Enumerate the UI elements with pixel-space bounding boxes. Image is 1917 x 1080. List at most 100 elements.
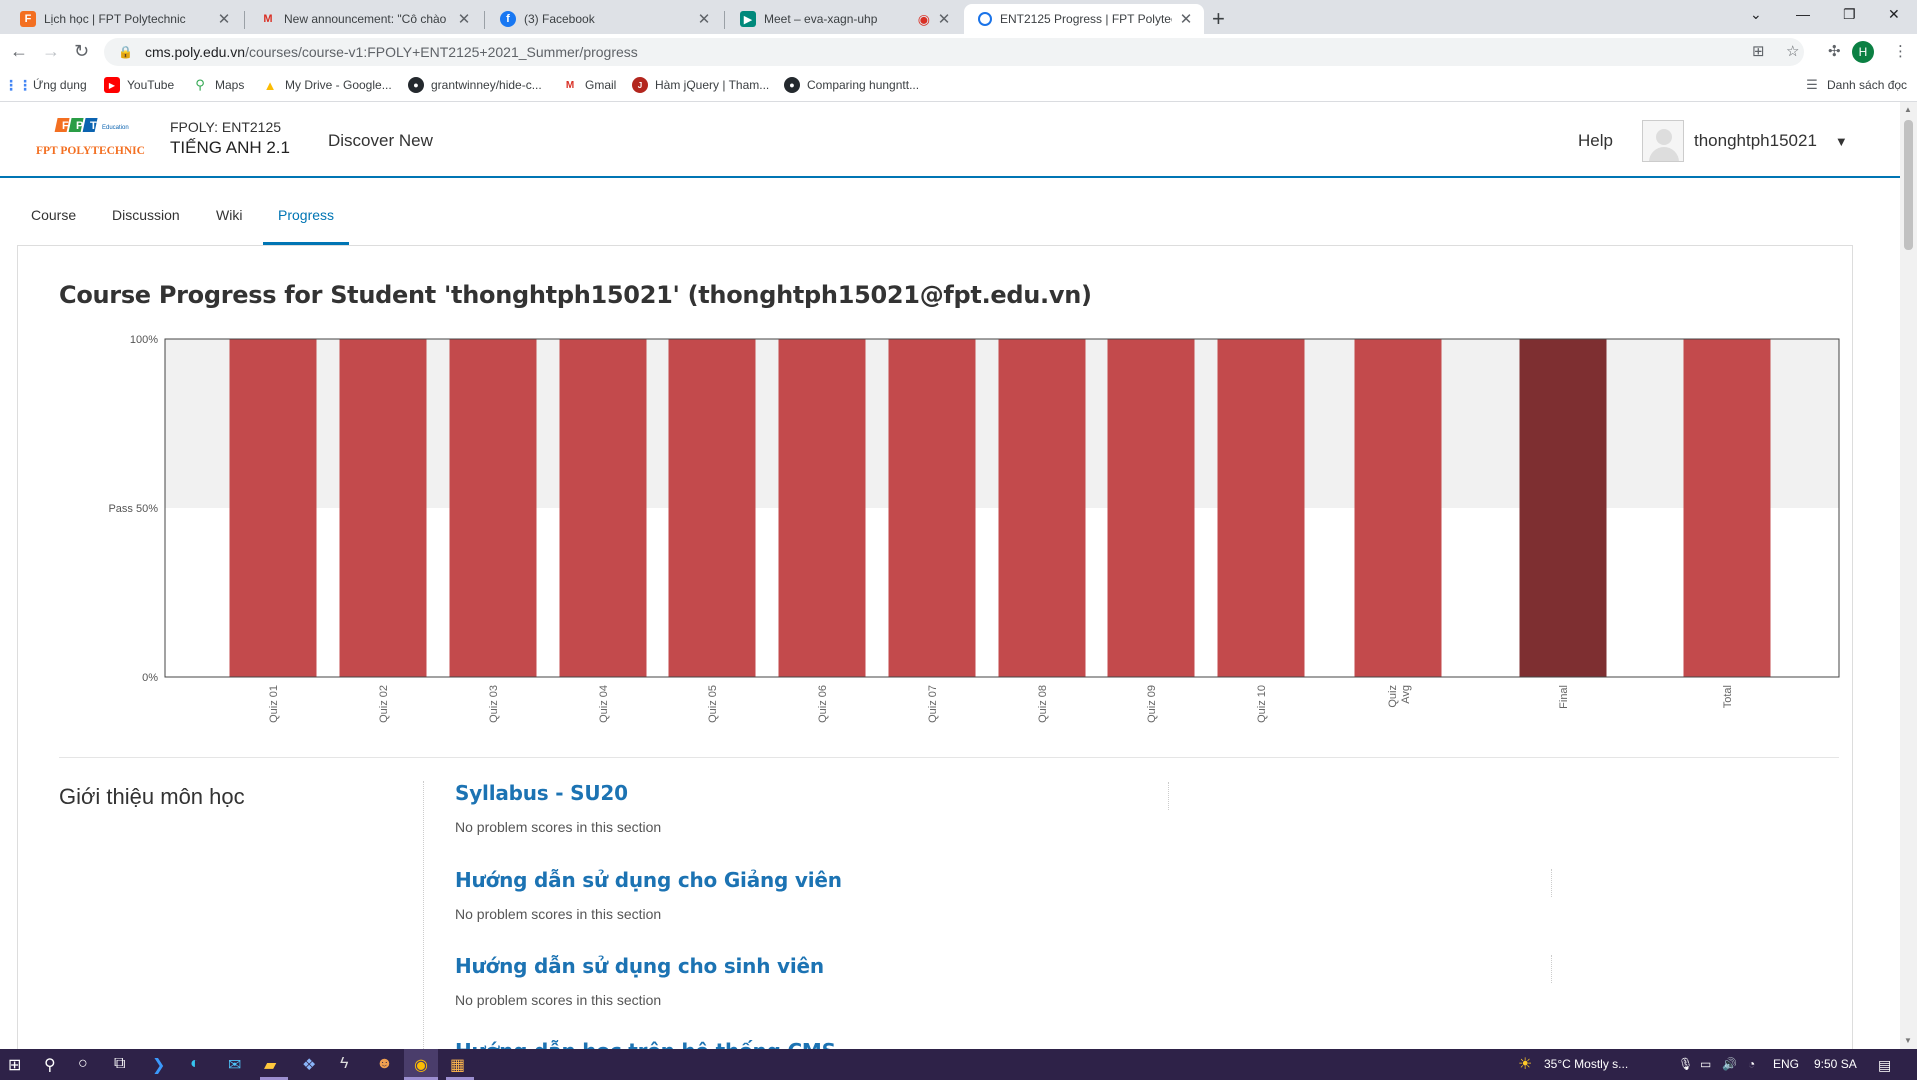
bar-total xyxy=(1683,339,1771,677)
progress-content: Course Progress for Student 'thonghtph15… xyxy=(17,245,1853,1049)
tab-progress[interactable]: Progress xyxy=(278,207,334,223)
translate-icon[interactable]: ⊞ xyxy=(1752,42,1765,60)
x-tick-label: Quiz 08 xyxy=(1037,685,1049,723)
apps-grid-icon: ⋮⋮ xyxy=(4,76,32,93)
bar-quiz-01 xyxy=(229,339,317,677)
back-icon[interactable]: ← xyxy=(10,41,28,62)
file-explorer-icon[interactable]: ▰ xyxy=(264,1055,276,1075)
chapter-title: Giới thiệu môn học xyxy=(59,784,245,809)
bookmark-item[interactable]: J Hàm jQuery | Tham... xyxy=(632,77,769,93)
battery-icon[interactable]: ▭ xyxy=(1700,1057,1711,1071)
close-tab-icon[interactable]: ✕ xyxy=(696,10,712,28)
browser-tab[interactable]: M New announcement: "Cô chào tấ ✕ xyxy=(246,4,482,34)
scroll-down-icon[interactable]: ▼ xyxy=(1904,1036,1912,1045)
reading-list-button[interactable]: ☰ Danh sách đọc xyxy=(1804,77,1907,93)
bar-quiz-07 xyxy=(888,339,976,677)
bookmark-item[interactable]: ▶ YouTube xyxy=(104,77,174,93)
y-tick-label: Pass 50% xyxy=(108,503,158,515)
jquery-icon: J xyxy=(632,77,648,93)
forward-icon[interactable]: → xyxy=(42,41,60,62)
fpt-polytechnic-logo[interactable]: F P T Education FPT POLYTECHNIC xyxy=(36,116,154,162)
notification-icon[interactable]: ▤ xyxy=(1878,1057,1891,1074)
vscode-icon[interactable]: ❯ xyxy=(152,1055,165,1075)
section-link[interactable]: Syllabus - SU20 xyxy=(455,781,661,805)
mail-icon[interactable]: ✉ xyxy=(228,1055,241,1075)
dotted-separator xyxy=(1168,782,1169,810)
section-link[interactable]: Hướng dẫn sử dụng cho sinh viên xyxy=(455,954,824,978)
microphone-icon[interactable]: 🎙 xyxy=(1678,1057,1693,1071)
address-bar[interactable]: 🔒 cms.poly.edu.vn/courses/course-v1:FPOL… xyxy=(104,38,1804,66)
minimize-icon[interactable]: — xyxy=(1796,6,1810,22)
app-icon[interactable]: ϟ xyxy=(340,1055,348,1073)
reload-icon[interactable]: ↻ xyxy=(74,41,89,62)
game-icon[interactable]: ☻ xyxy=(376,1055,393,1073)
section-item: Syllabus - SU20 No problem scores in thi… xyxy=(455,781,661,835)
github-icon: ● xyxy=(408,77,424,93)
windows-taskbar: ⊞ ⚲ ○ ⧉ ❯ ◐ ✉ ▰ ❖ ϟ ☻ ◉ ▦ ☀ 35°C Mostly … xyxy=(0,1049,1917,1080)
close-tab-icon[interactable]: ✕ xyxy=(1178,10,1194,28)
extensions-icon[interactable]: ✣ xyxy=(1828,42,1841,60)
weather-icon[interactable]: ☀ xyxy=(1518,1054,1532,1074)
tab-wiki[interactable]: Wiki xyxy=(216,207,242,223)
clock[interactable]: 9:50 SA xyxy=(1814,1057,1857,1071)
task-view-icon[interactable]: ⧉ xyxy=(114,1055,125,1073)
bar-quiz-05 xyxy=(668,339,756,677)
bar-quiz-08 xyxy=(998,339,1086,677)
bookmark-item[interactable]: M Gmail xyxy=(562,77,617,93)
volume-icon[interactable]: 🔊 xyxy=(1722,1057,1737,1071)
weather-text[interactable]: 35°C Mostly s... xyxy=(1544,1057,1628,1071)
x-tick-label: Quiz 02 xyxy=(378,685,390,723)
section-item: Hướng dẫn sử dụng cho sinh viên No probl… xyxy=(455,954,824,1008)
bookmark-item[interactable]: ▲ My Drive - Google... xyxy=(262,77,392,93)
caret-down-icon[interactable]: ▼ xyxy=(1835,134,1848,149)
tab-discussion[interactable]: Discussion xyxy=(112,207,180,223)
bookmark-star-icon[interactable]: ☆ xyxy=(1786,42,1799,60)
loading-favicon xyxy=(978,12,992,26)
close-tab-icon[interactable]: ✕ xyxy=(456,10,472,28)
help-link[interactable]: Help xyxy=(1578,131,1613,151)
close-tab-icon[interactable]: ✕ xyxy=(216,10,232,28)
restore-icon[interactable]: ❐ xyxy=(1843,6,1856,23)
bookmark-item[interactable]: ● Comparing hungntt... xyxy=(784,77,919,93)
page-scrollbar[interactable]: ▲ ▼ xyxy=(1900,102,1917,1049)
avatar[interactable] xyxy=(1642,120,1684,162)
bookmark-item[interactable]: ⚲ Maps xyxy=(192,77,244,93)
browser-tab[interactable]: ▶ Meet – eva-xagn-uhp ◉ ✕ xyxy=(726,4,962,34)
bookmark-item[interactable]: ● grantwinney/hide-c... xyxy=(408,77,542,93)
dotted-separator xyxy=(1551,869,1552,897)
browser-tab-active[interactable]: ENT2125 Progress | FPT Polytech ✕ xyxy=(964,4,1204,34)
tab-search-icon[interactable]: ⌄ xyxy=(1750,6,1762,23)
network-icon[interactable]: ◔ xyxy=(1748,1057,1755,1071)
profile-avatar[interactable]: H xyxy=(1852,41,1874,63)
x-tick-label: Total xyxy=(1722,685,1734,708)
scrollbar-thumb[interactable] xyxy=(1904,120,1913,250)
section-link[interactable]: Hướng dẫn sử dụng cho Giảng viên xyxy=(455,868,842,892)
discover-new-link[interactable]: Discover New xyxy=(328,131,433,151)
menu-kebab-icon[interactable]: ⋮ xyxy=(1893,42,1908,60)
bar-quiz-02 xyxy=(339,339,427,677)
tab-course[interactable]: Course xyxy=(31,207,76,223)
username[interactable]: thonghtph15021 xyxy=(1694,131,1817,151)
scroll-up-icon[interactable]: ▲ xyxy=(1904,105,1912,114)
language-indicator[interactable]: ENG xyxy=(1773,1057,1799,1071)
chrome-icon[interactable]: ◉ xyxy=(404,1049,438,1080)
search-icon[interactable]: ⚲ xyxy=(44,1055,56,1075)
close-window-icon[interactable]: ✕ xyxy=(1888,6,1900,23)
browser-tab[interactable]: F Lịch học | FPT Polytechnic ✕ xyxy=(6,4,242,34)
new-tab-icon[interactable]: + xyxy=(1212,6,1225,32)
svg-text:P: P xyxy=(76,120,83,132)
browser-tab[interactable]: f (3) Facebook ✕ xyxy=(486,4,722,34)
x-tick-label: Quiz 09 xyxy=(1146,685,1158,723)
facebook-favicon: f xyxy=(500,11,516,27)
bar-final xyxy=(1519,339,1607,677)
dropbox-icon[interactable]: ❖ xyxy=(302,1055,316,1075)
windows-start-icon[interactable]: ⊞ xyxy=(8,1055,21,1075)
calculator-icon[interactable]: ▦ xyxy=(450,1055,465,1075)
section-link[interactable]: Hướng dẫn học trên hệ thống CMS xyxy=(455,1039,836,1049)
bookmark-item[interactable]: ⋮⋮ Ứng dụng xyxy=(4,76,87,93)
lock-icon: 🔒 xyxy=(118,45,133,59)
edge-icon[interactable]: ◐ xyxy=(190,1055,200,1073)
close-tab-icon[interactable]: ✕ xyxy=(936,10,952,28)
cortana-icon[interactable]: ○ xyxy=(78,1055,88,1073)
user-menu[interactable]: thonghtph15021 ▼ xyxy=(1642,120,1900,162)
